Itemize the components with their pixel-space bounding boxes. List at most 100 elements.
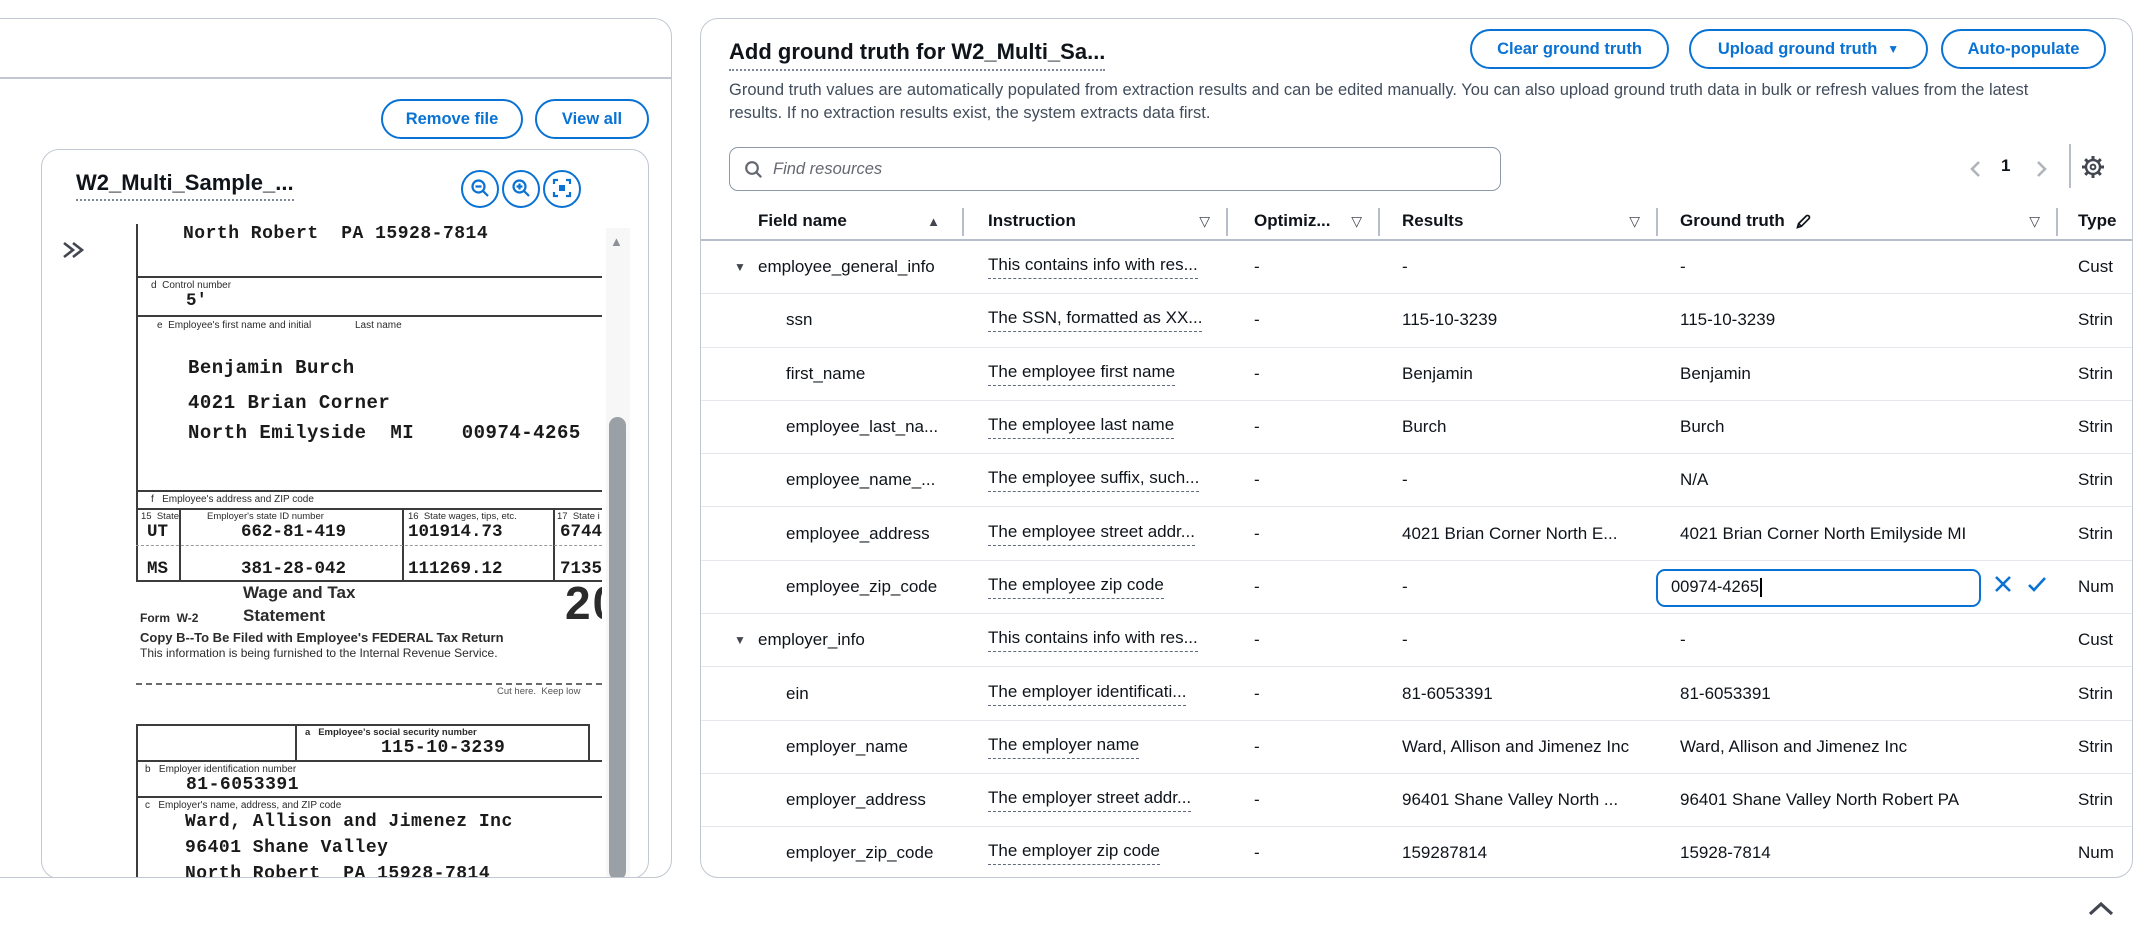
expand-group-icon[interactable]: ▼: [734, 633, 746, 647]
pagination-prev-button[interactable]: [1963, 157, 1987, 181]
clear-ground-truth-button[interactable]: Clear ground truth: [1470, 29, 1669, 69]
table-row[interactable]: employee_addressThe employee street addr…: [701, 507, 2133, 560]
filter-icon[interactable]: ▽: [2029, 213, 2040, 230]
expand-group-icon[interactable]: ▼: [734, 260, 746, 274]
document-title: W2_Multi_Sample_...: [76, 170, 294, 201]
remove-file-button[interactable]: Remove file: [381, 99, 523, 139]
doc-state-col4: 17 State i: [557, 511, 600, 522]
table-row[interactable]: ▼employee_general_infoThis contains info…: [701, 241, 2133, 294]
field-name: employee_last_na...: [786, 417, 938, 437]
table-settings-button[interactable]: [2079, 153, 2107, 186]
instruction-link[interactable]: The employer identificati...: [988, 682, 1186, 706]
table-row[interactable]: employee_last_na... The employee last nam…: [701, 401, 2133, 454]
ground-truth-cell: 00974-4265: [1656, 561, 2056, 613]
zoom-in-button[interactable]: [502, 170, 540, 208]
instruction-cell: The employee last name: [962, 401, 1226, 453]
instruction-link[interactable]: The employee last name: [988, 415, 1174, 439]
collapse-panel-button[interactable]: [2086, 898, 2116, 925]
filter-icon[interactable]: ▽: [1629, 213, 1640, 230]
instruction-link[interactable]: The employer name: [988, 735, 1139, 759]
results-header-label: Results: [1402, 211, 1463, 231]
optimization-header-label: Optimiz...: [1254, 211, 1331, 231]
optimization-cell: -: [1226, 348, 1378, 400]
edit-pencil-icon: [1795, 213, 1812, 230]
instruction-link[interactable]: The employee first name: [988, 362, 1175, 386]
instruction-link[interactable]: The employer street addr...: [988, 788, 1191, 812]
zoom-out-icon: [470, 178, 490, 201]
results-cell: 115-10-3239: [1378, 294, 1656, 346]
field-name-cell: employee_name_...: [701, 454, 962, 506]
upload-ground-truth-button[interactable]: Upload ground truth ▼: [1689, 29, 1928, 69]
search-placeholder: Find resources: [773, 160, 882, 179]
instruction-cell: The SSN, formatted as XX...: [962, 294, 1226, 346]
auto-populate-label: Auto-populate: [1968, 40, 2080, 59]
table-row[interactable]: einThe employer identificati...-81-60533…: [701, 667, 2133, 720]
instruction-cell: The employee street addr...: [962, 507, 1226, 559]
fit-to-view-button[interactable]: [543, 170, 581, 208]
column-header-instruction[interactable]: Instruction ▽: [962, 203, 1226, 239]
document-viewer-card: W2_Multi_Sample_...: [41, 149, 649, 878]
column-header-type[interactable]: Type: [2056, 203, 2133, 239]
ground-truth-cell: 115-10-3239: [1656, 294, 2056, 346]
doc-state1-id: 662-81-419: [241, 522, 346, 542]
doc-state-col3: 16 State wages, tips, etc.: [408, 511, 517, 522]
field-name-cell: employer_name: [701, 721, 962, 773]
table-row[interactable]: employer_address The employer street addr…: [701, 774, 2133, 827]
optimization-cell: -: [1226, 827, 1378, 878]
doc-employee-city: North Emilyside MI 00974-4265: [188, 422, 581, 444]
filter-icon[interactable]: ▽: [1199, 213, 1210, 230]
view-all-button[interactable]: View all: [535, 99, 649, 139]
optimization-cell: -: [1226, 614, 1378, 666]
table-row[interactable]: employer_nameThe employer name-Ward, All…: [701, 721, 2133, 774]
search-input[interactable]: Find resources: [729, 147, 1501, 191]
doc-control-label: d Control number: [151, 280, 231, 291]
instruction-link[interactable]: The SSN, formatted as XX...: [988, 308, 1202, 332]
pagination-next-button[interactable]: [2029, 157, 2053, 181]
auto-populate-button[interactable]: Auto-populate: [1941, 29, 2106, 69]
table-row[interactable]: ssnThe SSN, formatted as XX...-115-10-32…: [701, 294, 2133, 347]
pagination-current-page[interactable]: 1: [2001, 156, 2010, 176]
table-row[interactable]: employee_zip_codeThe employee zip code--…: [701, 561, 2133, 614]
column-header-field-name[interactable]: Field name ▲: [701, 203, 962, 239]
type-cell: Num: [2056, 827, 2133, 878]
zoom-out-button[interactable]: [461, 170, 499, 208]
instruction-link[interactable]: The employee zip code: [988, 575, 1164, 599]
column-header-optimization[interactable]: Optimiz... ▽: [1226, 203, 1378, 239]
results-cell: -: [1378, 454, 1656, 506]
field-name-cell: ein: [701, 667, 962, 719]
instruction-cell: The employee zip code: [962, 561, 1226, 613]
field-name: employer_address: [786, 790, 926, 810]
results-cell: 4021 Brian Corner North E...: [1378, 507, 1656, 559]
field-name-cell: employer_address: [701, 774, 962, 826]
instruction-link[interactable]: The employee street addr...: [988, 522, 1195, 546]
instruction-link[interactable]: This contains info with res...: [988, 628, 1198, 652]
ground-truth-input[interactable]: 00974-4265: [1656, 569, 1981, 607]
instruction-link[interactable]: The employer zip code: [988, 841, 1160, 865]
doc-state1-wages: 101914.73: [408, 522, 503, 542]
table-row[interactable]: employer_zip_codeThe employer zip code-1…: [701, 827, 2133, 878]
instruction-link[interactable]: The employee suffix, such...: [988, 468, 1199, 492]
column-header-ground-truth[interactable]: Ground truth ▽: [1656, 203, 2056, 239]
cancel-edit-icon[interactable]: [1993, 574, 2013, 599]
ground-truth-header-label: Ground truth: [1680, 211, 1785, 231]
description-line-2: results. If no extraction results exist,…: [729, 104, 1210, 123]
column-header-results[interactable]: Results ▽: [1378, 203, 1656, 239]
type-cell: Strin: [2056, 401, 2133, 453]
instruction-link[interactable]: This contains info with res...: [988, 255, 1198, 279]
filter-icon[interactable]: ▽: [1351, 213, 1362, 230]
scrollbar-thumb[interactable]: [609, 417, 626, 878]
optimization-cell: -: [1226, 454, 1378, 506]
type-cell: Num: [2056, 561, 2133, 613]
doc-state2-wages: 111269.12: [408, 559, 503, 579]
field-name: ssn: [786, 310, 812, 330]
results-cell: Burch: [1378, 401, 1656, 453]
scroll-up-icon[interactable]: ▲: [610, 234, 623, 249]
document-scrollbar[interactable]: ▲: [606, 228, 630, 878]
confirm-edit-icon[interactable]: [2026, 574, 2048, 599]
expand-sidebar-icon[interactable]: [60, 238, 86, 264]
search-icon: [744, 160, 763, 179]
table-row[interactable]: ▼employer_infoThis contains info with re…: [701, 614, 2133, 667]
table-row[interactable]: employee_name_... The employee suffix, su…: [701, 454, 2133, 507]
table-row[interactable]: first_nameThe employee first name-Benjam…: [701, 348, 2133, 401]
results-cell: 81-6053391: [1378, 667, 1656, 719]
